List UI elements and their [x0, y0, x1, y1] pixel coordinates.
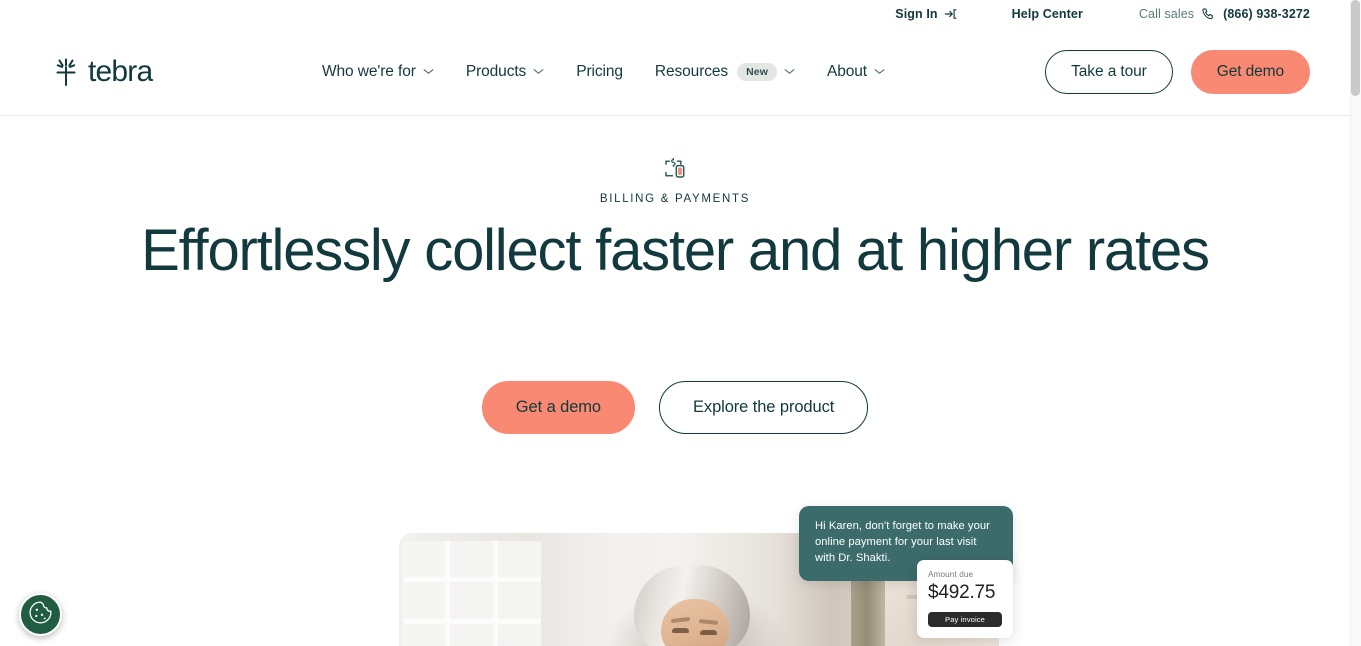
- nav-label: Pricing: [576, 62, 623, 80]
- payment-card: Amount due $492.75 Pay invoice: [917, 560, 1013, 638]
- hero-section: BILLING & PAYMENTS Effortlessly collect …: [0, 117, 1350, 646]
- tebra-tree-logo-icon: [53, 57, 79, 87]
- help-center-link[interactable]: Help Center: [1012, 7, 1083, 21]
- site-header: tebra Who we're for Products Pricing Res…: [0, 28, 1350, 116]
- utility-bar: Sign In Help Center Call sales (866) 938…: [0, 0, 1350, 28]
- hero-eyebrow: BILLING & PAYMENTS: [0, 155, 1350, 205]
- nav-label: Resources: [654, 62, 729, 80]
- amount-due-label: Amount due: [928, 570, 974, 579]
- cookie-consent-button[interactable]: [19, 593, 62, 636]
- hero-headline: Effortlessly collect faster and at highe…: [141, 218, 1210, 283]
- logo-wordmark: tebra: [88, 54, 153, 88]
- chevron-down-icon: [784, 68, 795, 75]
- chevron-down-icon: [423, 68, 434, 75]
- page-root: Sign In Help Center Call sales (866) 938…: [0, 0, 1361, 646]
- nav-label: Products: [465, 62, 527, 80]
- nav-badge-new: New: [737, 62, 777, 81]
- header-cta-group: Take a tour Get demo: [1045, 49, 1310, 94]
- phone-number-link[interactable]: (866) 938-3272: [1223, 7, 1310, 21]
- pay-invoice-button[interactable]: Pay invoice: [928, 612, 1002, 627]
- tebra-logo[interactable]: tebra: [53, 54, 153, 88]
- chevron-down-icon: [533, 68, 544, 75]
- main-nav: Who we're for Products Pricing Resources…: [322, 62, 885, 81]
- nav-item-who-were-for[interactable]: Who we're for: [322, 63, 434, 81]
- get-demo-button[interactable]: Get demo: [1190, 49, 1310, 94]
- nav-item-products[interactable]: Products: [466, 63, 544, 81]
- hero-eyebrow-label: BILLING & PAYMENTS: [599, 193, 751, 205]
- sign-in-arrow-icon: [944, 7, 958, 21]
- phone-icon: [1201, 7, 1216, 22]
- nav-item-pricing[interactable]: Pricing: [576, 63, 623, 81]
- nav-label: Who we're for: [322, 62, 416, 80]
- sign-in-link[interactable]: Sign In: [895, 7, 957, 21]
- explore-the-product-button[interactable]: Explore the product: [659, 381, 869, 434]
- nav-label: About: [826, 62, 867, 80]
- take-a-tour-button[interactable]: Take a tour: [1045, 49, 1173, 94]
- cookie-icon: [28, 600, 53, 630]
- window-frame: [403, 541, 541, 646]
- sign-in-label: Sign In: [895, 7, 938, 21]
- page-scrollbar[interactable]: [1350, 0, 1361, 646]
- call-sales-label: Call sales: [1138, 7, 1195, 21]
- nav-item-about[interactable]: About: [827, 63, 885, 81]
- hero-cta-group: Get a demo Explore the product: [0, 381, 1350, 434]
- phone-group: (866) 938-3272: [1201, 7, 1310, 22]
- amount-due-value: $492.75: [928, 582, 996, 603]
- nav-item-resources[interactable]: Resources New: [654, 62, 795, 81]
- invoice-payment-icon: [660, 155, 690, 185]
- scrollbar-thumb[interactable]: [1351, 0, 1360, 96]
- help-center-label: Help Center: [1011, 7, 1083, 21]
- get-a-demo-button[interactable]: Get a demo: [481, 381, 636, 434]
- chevron-down-icon: [874, 68, 885, 75]
